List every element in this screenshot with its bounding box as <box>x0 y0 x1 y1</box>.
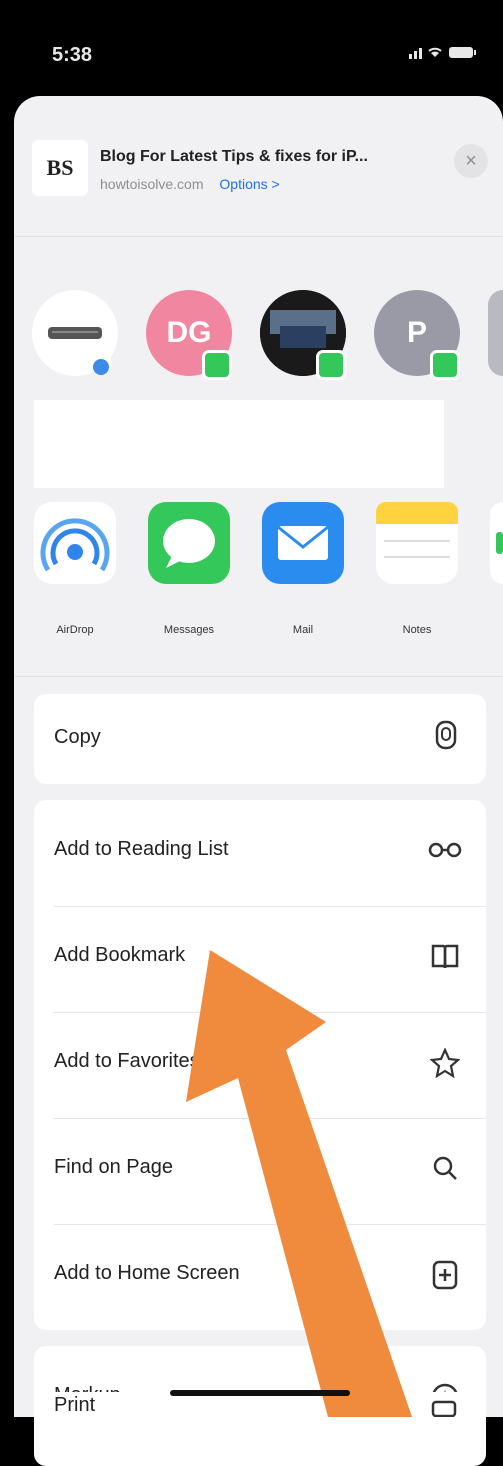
contact-initials: DG <box>166 316 212 349</box>
printer-icon <box>430 1396 458 1417</box>
signal-wifi-battery-icon <box>409 47 476 59</box>
contact-p[interactable]: P <box>374 290 460 380</box>
row-separator <box>54 906 486 907</box>
notes-icon <box>376 502 458 558</box>
app-label-airdrop: AirDrop <box>56 624 94 636</box>
contact-dg[interactable]: DG <box>146 290 232 380</box>
action-label: Print <box>54 1394 96 1416</box>
star-icon <box>428 1047 462 1085</box>
action-add-to-reading-list[interactable]: Add to Reading List <box>34 800 486 906</box>
annotation-arrow <box>186 950 412 1417</box>
share-header: BS Blog For Latest Tips & fixes for iP..… <box>30 128 490 208</box>
copy-icon <box>428 720 462 761</box>
search-icon <box>428 1154 462 1189</box>
app-label-notes: Notes <box>402 624 432 636</box>
app-airdrop[interactable] <box>34 502 116 584</box>
action-copy[interactable]: Copy <box>34 694 486 784</box>
app-label-mail: Mail <box>292 624 314 636</box>
book-icon <box>428 942 462 977</box>
device-icon <box>48 327 102 339</box>
messages-badge-icon <box>430 350 460 380</box>
home-indicator[interactable] <box>170 1390 350 1396</box>
app-partial[interactable] <box>490 502 503 584</box>
mail-icon <box>277 525 329 560</box>
app-label-messages: Messages <box>163 624 215 636</box>
status-bar: 5:38 <box>0 0 503 100</box>
page-url-row: howtoisolve.com Options > <box>100 176 280 192</box>
glasses-icon <box>428 836 462 867</box>
contact-photo[interactable] <box>260 290 346 380</box>
page-url: howtoisolve.com <box>100 176 204 192</box>
add-square-icon <box>428 1260 462 1297</box>
close-button[interactable]: × <box>454 144 488 178</box>
status-icons <box>409 44 479 65</box>
messages-badge-icon <box>202 350 232 380</box>
contact-airdrop-device[interactable] <box>32 290 118 376</box>
action-label: Copy <box>54 726 101 748</box>
messages-badge-icon <box>316 350 346 380</box>
action-group-copy: Copy <box>34 694 486 784</box>
page-title: Blog For Latest Tips & fixes for iP... <box>100 148 368 165</box>
messages-icon <box>163 519 215 568</box>
airdrop-badge <box>90 352 112 375</box>
status-time: 5:38 <box>52 44 93 66</box>
airdrop-icon <box>40 518 110 572</box>
page-thumbnail: BS <box>32 140 88 196</box>
app-messages[interactable] <box>148 502 230 584</box>
apps-divider <box>14 676 503 677</box>
airdrop-badge-icon <box>93 359 109 375</box>
action-label: Add to Reading List <box>54 838 229 860</box>
options-link[interactable]: Options > <box>219 176 279 192</box>
header-divider <box>14 236 503 237</box>
contact-partial[interactable] <box>488 290 503 376</box>
app-mail[interactable] <box>262 502 344 584</box>
app-notes[interactable] <box>376 502 458 584</box>
contact-initials: P <box>406 316 427 349</box>
contact-names-redacted <box>34 400 444 488</box>
